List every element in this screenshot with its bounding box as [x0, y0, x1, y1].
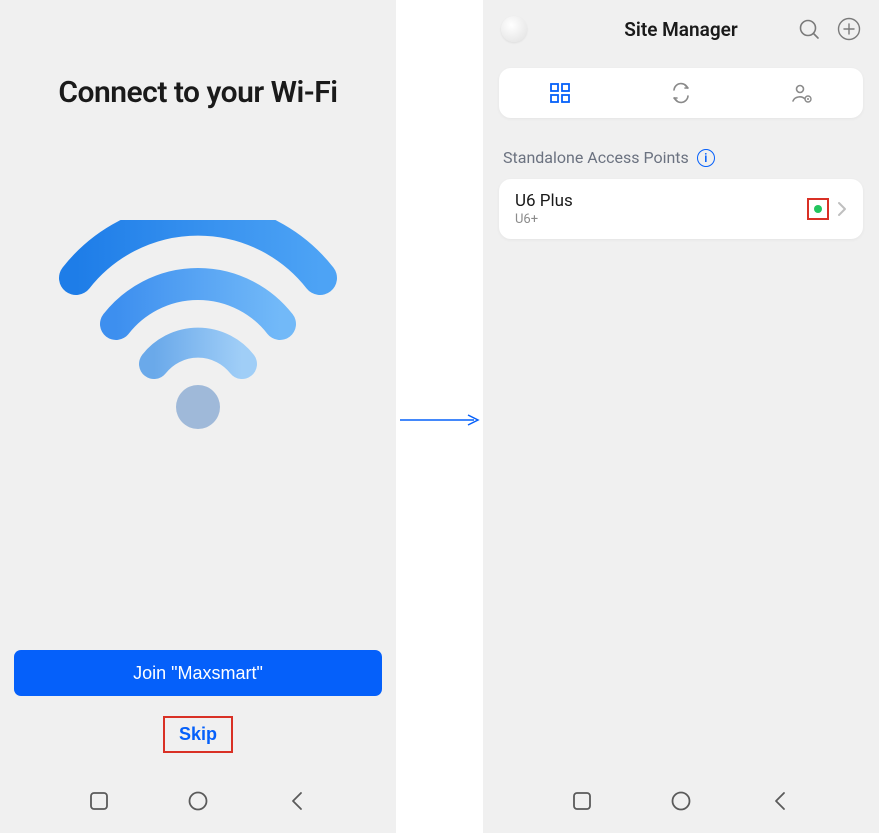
search-button[interactable]: [797, 17, 821, 41]
sync-icon: [670, 82, 692, 104]
join-wifi-button[interactable]: Join "Maxsmart": [14, 650, 382, 696]
user-gear-icon: [791, 82, 813, 104]
flow-gap: [396, 0, 483, 833]
nav-home-button[interactable]: [670, 790, 692, 812]
site-manager-screen: Site Manager: [483, 0, 879, 833]
chevron-right-icon: [837, 201, 847, 217]
wifi-title: Connect to your Wi-Fi: [58, 75, 337, 110]
nav-home-button[interactable]: [187, 790, 209, 812]
device-model: U6+: [515, 212, 573, 227]
nav-recent-button[interactable]: [571, 790, 593, 812]
android-navbar-right: [483, 778, 879, 833]
site-manager-header: Site Manager: [483, 0, 879, 58]
skip-button[interactable]: Skip: [163, 716, 233, 753]
page-title: Site Manager: [624, 18, 737, 41]
device-status-indicator: [807, 198, 829, 220]
android-navbar-left: [0, 778, 396, 833]
grid-icon: [549, 82, 571, 104]
tab-bar: [499, 68, 863, 118]
nav-back-button[interactable]: [769, 790, 791, 812]
search-icon: [798, 18, 820, 40]
flow-arrow-icon: [398, 413, 481, 427]
section-label: Standalone Access Points: [503, 148, 689, 167]
wifi-connect-screen: Connect to your Wi-Fi: [0, 0, 396, 833]
device-row[interactable]: U6 Plus U6+: [499, 179, 863, 239]
section-header: Standalone Access Points i: [503, 148, 859, 167]
wifi-icon: [58, 220, 338, 430]
add-button[interactable]: [837, 17, 861, 41]
device-name: U6 Plus: [515, 191, 573, 211]
tab-grid[interactable]: [499, 68, 620, 118]
avatar[interactable]: [501, 16, 527, 42]
tab-sync[interactable]: [620, 68, 741, 118]
info-icon[interactable]: i: [697, 149, 715, 167]
nav-recent-button[interactable]: [88, 790, 110, 812]
plus-icon: [837, 17, 861, 41]
tab-user-settings[interactable]: [742, 68, 863, 118]
nav-back-button[interactable]: [286, 790, 308, 812]
status-dot-icon: [814, 205, 822, 213]
